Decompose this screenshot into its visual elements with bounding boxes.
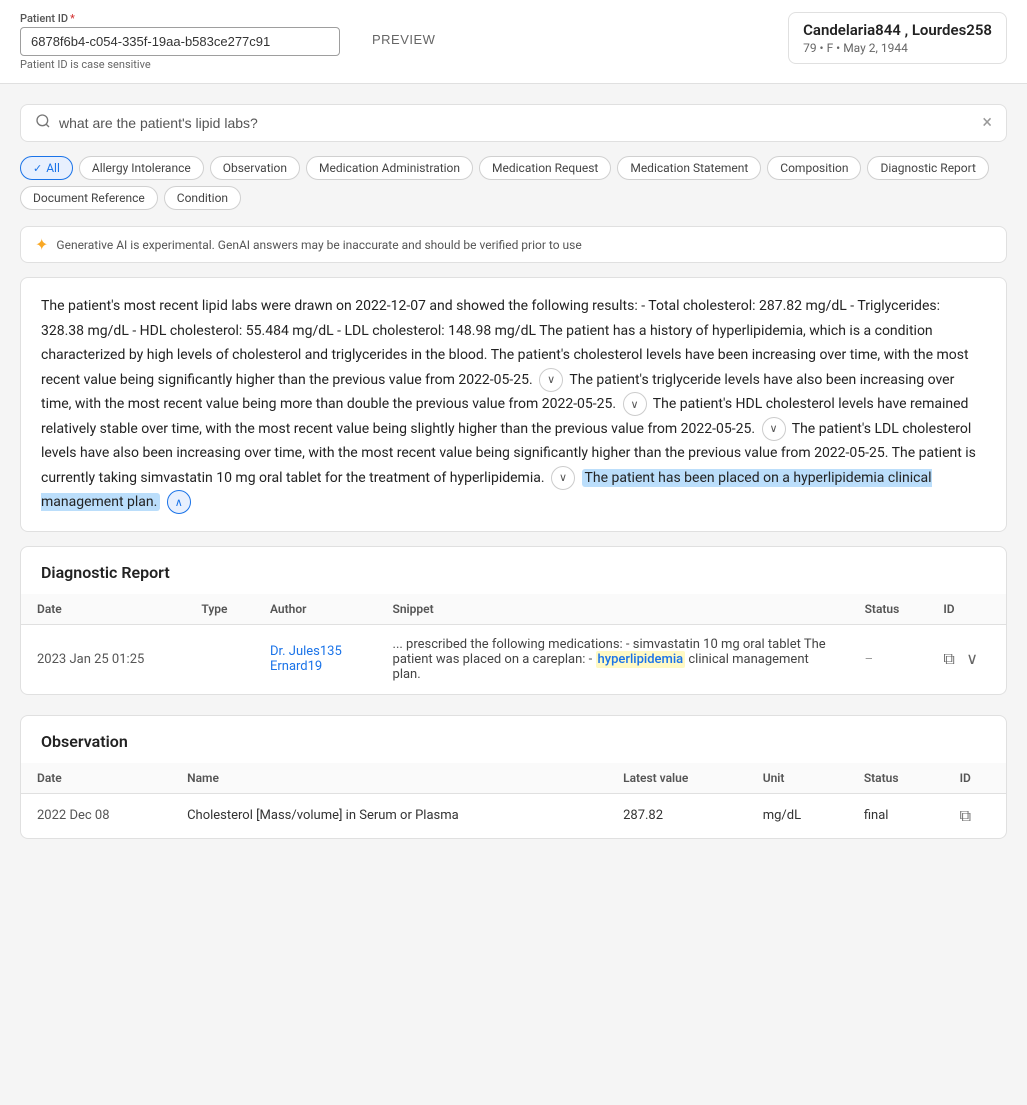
- table-row: 2023 Jan 25 01:25 Dr. Jules135 Ernard19 …: [21, 624, 1006, 694]
- ai-disclaimer-text: Generative AI is experimental. GenAI ans…: [56, 238, 581, 252]
- filter-tag-diagnostic-report[interactable]: Diagnostic Report: [867, 156, 988, 180]
- diagnostic-report-card: Diagnostic Report Date Type Author Snipp…: [20, 546, 1007, 695]
- row-type: [185, 624, 254, 694]
- row-date: 2023 Jan 25 01:25: [21, 624, 185, 694]
- expand-button-4[interactable]: ∨: [551, 466, 575, 490]
- col-date: Date: [21, 594, 185, 625]
- patient-id-input[interactable]: [20, 27, 340, 56]
- col-author: Author: [254, 594, 377, 625]
- patient-id-group: Patient ID * Patient ID is case sensitiv…: [20, 12, 340, 71]
- obs-col-id: ID: [944, 763, 1006, 794]
- row-id: ⧉ ∨: [927, 624, 1006, 694]
- obs-row-status: final: [848, 793, 944, 838]
- ai-disclaimer-bar: ✦ Generative AI is experimental. GenAI a…: [20, 226, 1007, 263]
- col-status: Status: [849, 594, 928, 625]
- check-icon: ✓: [33, 162, 42, 175]
- expand-button-3[interactable]: ∨: [762, 417, 786, 441]
- obs-copy-icon[interactable]: ⧉: [960, 806, 971, 825]
- patient-id-hint: Patient ID is case sensitive: [20, 58, 340, 71]
- top-bar: Patient ID * Patient ID is case sensitiv…: [0, 0, 1027, 84]
- obs-row-id: ⧉: [944, 793, 1006, 838]
- row-snippet: ... prescribed the following medications…: [377, 624, 849, 694]
- search-icon: [35, 113, 51, 133]
- author-line1: Dr. Jules135: [270, 644, 361, 659]
- col-type: Type: [185, 594, 254, 625]
- observation-table: Date Name Latest value Unit Status ID 20…: [21, 763, 1006, 838]
- expand-button-1[interactable]: ∨: [539, 368, 563, 392]
- filter-tag-medication-admin[interactable]: Medication Administration: [306, 156, 473, 180]
- obs-row-latest-value: 287.82: [607, 793, 747, 838]
- obs-table-row: 2022 Dec 08 Cholesterol [Mass/volume] in…: [21, 793, 1006, 838]
- filter-tag-medication-statement[interactable]: Medication Statement: [617, 156, 761, 180]
- filter-tags-row2: Document Reference Condition: [20, 186, 1007, 210]
- col-id: ID: [927, 594, 1006, 625]
- required-asterisk: *: [70, 12, 75, 25]
- collapse-button[interactable]: ∧: [167, 490, 191, 514]
- author-line2: Ernard19: [270, 659, 361, 674]
- patient-name: Candelaria844 , Lourdes258: [803, 21, 992, 39]
- observation-card: Observation Date Name Latest value Unit …: [20, 715, 1007, 839]
- filter-tag-medication-request[interactable]: Medication Request: [479, 156, 611, 180]
- expand-row-icon[interactable]: ∨: [966, 649, 978, 668]
- obs-col-unit: Unit: [747, 763, 848, 794]
- filter-tag-composition[interactable]: Composition: [767, 156, 861, 180]
- filter-tag-condition[interactable]: Condition: [164, 186, 241, 210]
- obs-col-date: Date: [21, 763, 171, 794]
- obs-col-name: Name: [171, 763, 607, 794]
- copy-icon[interactable]: ⧉: [943, 649, 954, 668]
- patient-id-label: Patient ID: [20, 12, 68, 25]
- row-author: Dr. Jules135 Ernard19: [254, 624, 377, 694]
- main-content: × ✓ All Allergy Intolerance Observation …: [0, 84, 1027, 879]
- snippet-highlight: hyperlipidemia: [596, 651, 686, 668]
- obs-col-status: Status: [848, 763, 944, 794]
- filter-tags: ✓ All Allergy Intolerance Observation Me…: [20, 156, 1007, 180]
- obs-row-unit: mg/dL: [747, 793, 848, 838]
- observation-title: Observation: [21, 716, 1006, 763]
- obs-col-latest-value: Latest value: [607, 763, 747, 794]
- row-status: –: [849, 624, 928, 694]
- obs-row-name: Cholesterol [Mass/volume] in Serum or Pl…: [171, 793, 607, 838]
- obs-row-date: 2022 Dec 08: [21, 793, 171, 838]
- clear-icon[interactable]: ×: [982, 114, 992, 132]
- col-snippet: Snippet: [377, 594, 849, 625]
- filter-tag-all[interactable]: ✓ All: [20, 156, 73, 180]
- expand-button-2[interactable]: ∨: [623, 392, 647, 416]
- filter-tag-observation[interactable]: Observation: [210, 156, 300, 180]
- patient-meta: 79 • F • May 2, 1944: [803, 41, 992, 55]
- preview-button[interactable]: PREVIEW: [360, 26, 447, 53]
- diagnostic-report-table: Date Type Author Snippet Status ID 2023 …: [21, 594, 1006, 694]
- search-bar-container: ×: [20, 104, 1007, 142]
- diagnostic-report-title: Diagnostic Report: [21, 547, 1006, 594]
- patient-info-card: Candelaria844 , Lourdes258 79 • F • May …: [788, 12, 1007, 64]
- filter-tag-document-reference[interactable]: Document Reference: [20, 186, 158, 210]
- ai-response-card: The patient's most recent lipid labs wer…: [20, 277, 1007, 532]
- ai-sparkle-icon: ✦: [35, 235, 48, 254]
- search-input[interactable]: [59, 115, 974, 131]
- filter-tag-allergy[interactable]: Allergy Intolerance: [79, 156, 204, 180]
